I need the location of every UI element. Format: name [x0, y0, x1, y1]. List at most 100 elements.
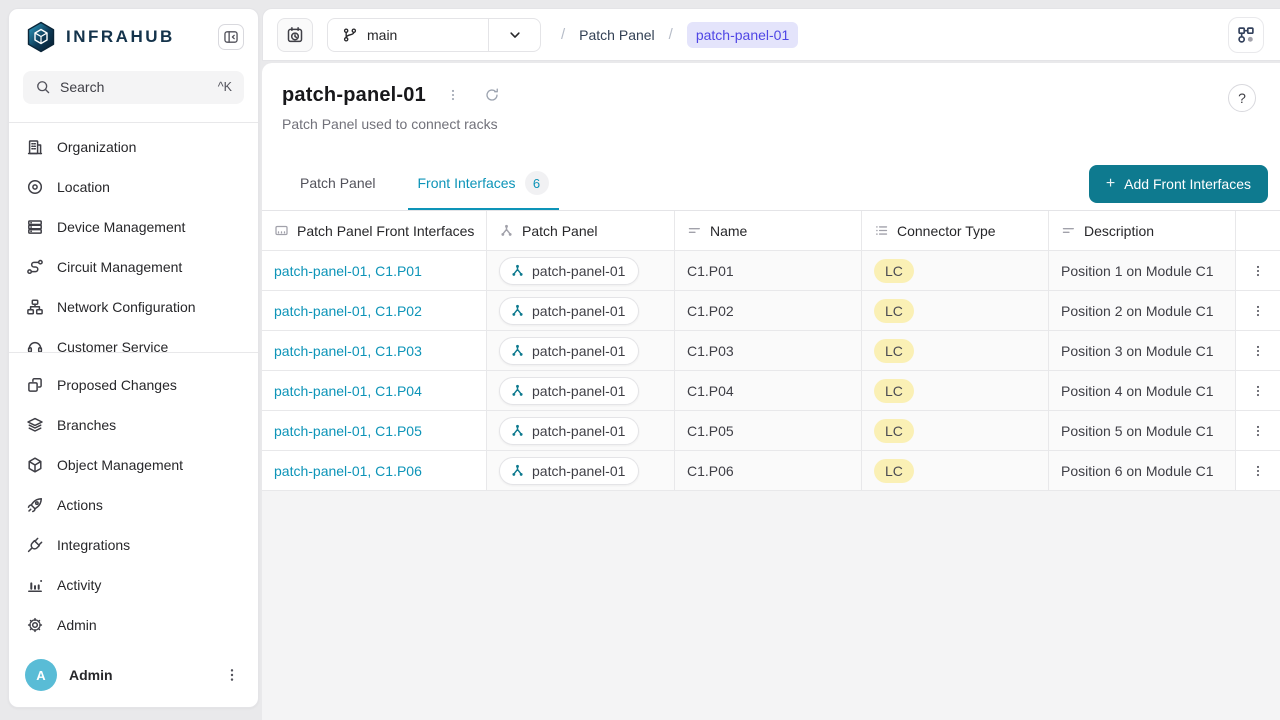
sidebar-item-label: Admin: [57, 617, 97, 633]
infrahub-logo[interactable]: INFRAHUB: [25, 21, 175, 53]
connector-type-badge: LC: [874, 339, 914, 363]
row-actions-button[interactable]: [1247, 340, 1269, 362]
row-actions-button[interactable]: [1247, 460, 1269, 482]
search-box[interactable]: ^K: [23, 71, 244, 104]
sidebar-item-location[interactable]: Location: [9, 167, 258, 207]
interface-link[interactable]: patch-panel-01, C1.P01: [274, 263, 422, 279]
row-actions-button[interactable]: [1247, 260, 1269, 282]
network-tree-icon: [26, 298, 44, 316]
interface-link[interactable]: patch-panel-01, C1.P05: [274, 423, 422, 439]
schema-visualizer-button[interactable]: [1228, 17, 1264, 53]
column-header-name[interactable]: Name: [675, 211, 862, 251]
column-header-connector-type[interactable]: Connector Type: [862, 211, 1049, 251]
table-row[interactable]: patch-panel-01, C1.P05 patch-panel-01 C1…: [262, 411, 1280, 451]
table-row[interactable]: patch-panel-01, C1.P03 patch-panel-01 C1…: [262, 331, 1280, 371]
row-actions-button[interactable]: [1247, 300, 1269, 322]
sidebar-item-network-configuration[interactable]: Network Configuration: [9, 287, 258, 327]
row-actions-button[interactable]: [1247, 380, 1269, 402]
patch-panel-pill[interactable]: patch-panel-01: [499, 457, 639, 485]
hierarchy-icon: [510, 383, 525, 398]
content-panel: patch-panel-01 Patch Panel used to conne…: [262, 63, 1280, 720]
column-header-description[interactable]: Description: [1049, 211, 1236, 251]
refresh-button[interactable]: [480, 83, 504, 107]
interface-link[interactable]: patch-panel-01, C1.P02: [274, 303, 422, 319]
chevron-down-icon: [507, 27, 523, 43]
page-header: patch-panel-01 Patch Panel used to conne…: [262, 63, 1280, 158]
tab-patch-panel[interactable]: Patch Panel: [290, 158, 386, 210]
kebab-menu-icon: [1251, 304, 1265, 318]
sidebar-item-branches[interactable]: Branches: [9, 405, 258, 445]
column-header-actions: [1236, 211, 1280, 251]
table-row[interactable]: patch-panel-01, C1.P04 patch-panel-01 C1…: [262, 371, 1280, 411]
sidebar-item-organization[interactable]: Organization: [9, 127, 258, 167]
sidebar-group-schema: Organization Location Device Management …: [9, 123, 258, 352]
hierarchy-icon: [510, 423, 525, 438]
name-cell: C1.P04: [675, 371, 862, 411]
row-actions-button[interactable]: [1247, 420, 1269, 442]
connector-type-badge: LC: [874, 259, 914, 283]
patch-panel-pill[interactable]: patch-panel-01: [499, 297, 639, 325]
branch-selector[interactable]: main: [327, 18, 541, 52]
help-button[interactable]: ?: [1228, 84, 1256, 112]
description-cell: Position 3 on Module C1: [1049, 331, 1236, 371]
sidebar-item-integrations[interactable]: Integrations: [9, 525, 258, 565]
sidebar-item-label: Integrations: [57, 537, 130, 553]
sidebar-item-label: Activity: [57, 577, 101, 593]
collapse-sidebar-icon: [223, 29, 239, 45]
connector-type-badge: LC: [874, 379, 914, 403]
calendar-clock-icon: [286, 26, 304, 44]
tab-front-interfaces[interactable]: Front Interfaces 6: [408, 158, 559, 210]
brand-name: INFRAHUB: [66, 27, 175, 47]
name-cell: C1.P02: [675, 291, 862, 331]
sidebar-collapse-button[interactable]: [218, 24, 244, 50]
sidebar-item-admin[interactable]: Admin: [9, 605, 258, 645]
sidebar-item-circuit-management[interactable]: Circuit Management: [9, 247, 258, 287]
pill-label: patch-panel-01: [532, 423, 625, 439]
kebab-menu-icon: [224, 667, 240, 683]
table-row[interactable]: patch-panel-01, C1.P01 patch-panel-01 C1…: [262, 251, 1280, 291]
hierarchy-icon: [510, 343, 525, 358]
main-area: main / Patch Panel / patch-panel-01 patc…: [262, 8, 1280, 720]
breadcrumb-separator: /: [669, 26, 673, 43]
table-row[interactable]: patch-panel-01, C1.P06 patch-panel-01 C1…: [262, 451, 1280, 491]
time-travel-button[interactable]: [277, 18, 313, 52]
branch-dropdown-toggle[interactable]: [488, 19, 540, 51]
sidebar-item-activity[interactable]: Activity: [9, 565, 258, 605]
interface-link[interactable]: patch-panel-01, C1.P06: [274, 463, 422, 479]
branch-name: main: [367, 27, 397, 43]
topbar: main / Patch Panel / patch-panel-01: [262, 8, 1280, 61]
sidebar-item-label: Device Management: [57, 219, 185, 235]
align-left-icon: [687, 223, 702, 238]
hierarchy-icon: [510, 263, 525, 278]
sidebar-item-proposed-changes[interactable]: Proposed Changes: [9, 365, 258, 405]
sidebar-item-object-management[interactable]: Object Management: [9, 445, 258, 485]
object-actions-button[interactable]: [442, 84, 464, 106]
tab-count-badge: 6: [525, 171, 549, 195]
pill-label: patch-panel-01: [532, 303, 625, 319]
patch-panel-pill[interactable]: patch-panel-01: [499, 377, 639, 405]
patch-panel-pill[interactable]: patch-panel-01: [499, 337, 639, 365]
interface-link[interactable]: patch-panel-01, C1.P04: [274, 383, 422, 399]
user-menu[interactable]: A Admin: [9, 645, 258, 707]
schema-icon: [1236, 25, 1256, 45]
name-cell: C1.P06: [675, 451, 862, 491]
breadcrumb-current-chip[interactable]: patch-panel-01: [687, 22, 798, 48]
table-row[interactable]: patch-panel-01, C1.P02 patch-panel-01 C1…: [262, 291, 1280, 331]
search-input[interactable]: [60, 79, 209, 95]
tab-bar: Patch Panel Front Interfaces 6 + Add Fro…: [262, 158, 1280, 211]
sidebar-item-actions[interactable]: Actions: [9, 485, 258, 525]
breadcrumb-parent[interactable]: Patch Panel: [579, 27, 655, 43]
sidebar-item-device-management[interactable]: Device Management: [9, 207, 258, 247]
patch-panel-pill[interactable]: patch-panel-01: [499, 417, 639, 445]
interface-link[interactable]: patch-panel-01, C1.P03: [274, 343, 422, 359]
sidebar-group-app: Proposed Changes Branches Object Managem…: [9, 353, 258, 645]
column-header-patch-panel[interactable]: Patch Panel: [487, 211, 675, 251]
column-header-front-interfaces[interactable]: Patch Panel Front Interfaces: [262, 211, 487, 251]
column-label: Name: [710, 223, 747, 239]
user-actions-button[interactable]: [220, 663, 244, 687]
sidebar-item-customer-service[interactable]: Customer Service: [9, 327, 258, 352]
description-cell: Position 6 on Module C1: [1049, 451, 1236, 491]
connector-type-badge: LC: [874, 299, 914, 323]
add-front-interfaces-button[interactable]: + Add Front Interfaces: [1089, 165, 1268, 203]
patch-panel-pill[interactable]: patch-panel-01: [499, 257, 639, 285]
